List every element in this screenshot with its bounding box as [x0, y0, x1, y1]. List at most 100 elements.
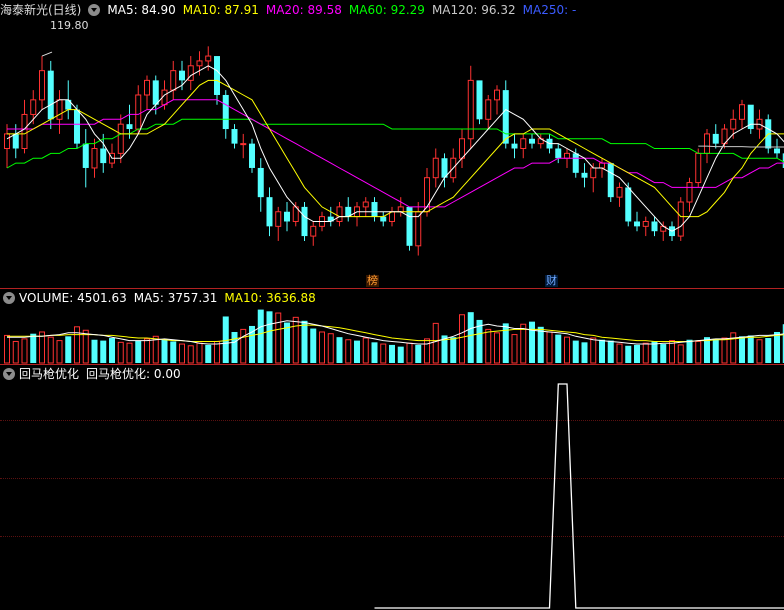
- volume-bar: [91, 339, 98, 363]
- volume-bar: [4, 334, 10, 364]
- candle-body: [572, 153, 579, 173]
- volume-bar: [161, 339, 168, 363]
- volume-bar: [424, 338, 430, 364]
- candle-body: [100, 148, 107, 164]
- candle-body: [117, 123, 124, 154]
- event-badge-bang[interactable]: 榜: [366, 275, 379, 287]
- candle-body: [712, 133, 719, 144]
- candle-body: [651, 221, 658, 232]
- candle-body: [170, 70, 177, 91]
- volume-bar: [564, 336, 570, 364]
- candle-body: [310, 225, 317, 237]
- candle-body: [47, 70, 54, 120]
- candle-body: [581, 172, 588, 178]
- candle-body: [257, 167, 264, 198]
- candle-body: [240, 143, 247, 146]
- volume-bar: [774, 331, 780, 363]
- candle-body: [196, 60, 203, 67]
- volume-bar: [634, 344, 640, 363]
- candle-body: [371, 202, 378, 217]
- volume-bar: [537, 326, 544, 363]
- candle-body: [529, 138, 535, 144]
- volume-bar: [450, 337, 457, 363]
- volume-bar: [459, 314, 465, 364]
- candle-body: [275, 211, 282, 227]
- candle-body: [336, 206, 343, 222]
- candle-body: [520, 138, 527, 149]
- candle-body: [502, 90, 509, 144]
- candle-body: [301, 206, 308, 237]
- candle-body: [774, 148, 780, 154]
- volume-bar: [607, 340, 614, 363]
- volume-bar: [555, 334, 562, 363]
- candle-body: [126, 124, 133, 130]
- volume-bar: [310, 328, 317, 363]
- volume-bar: [546, 331, 553, 364]
- candle-body: [432, 157, 439, 179]
- volume-bar: [65, 336, 72, 363]
- indicator-chart[interactable]: [0, 365, 784, 610]
- volume-bar: [590, 337, 597, 364]
- volume-bar: [319, 331, 325, 364]
- volume-bar: [765, 338, 772, 363]
- volume-bar: [686, 339, 693, 363]
- candle-body: [65, 99, 72, 110]
- volume-bar: [511, 334, 518, 364]
- volume-bar: [336, 337, 343, 363]
- candle-body: [695, 152, 702, 184]
- candle-body: [459, 138, 465, 159]
- volume-bar: [677, 344, 684, 364]
- volume-bar: [240, 328, 247, 364]
- candle-body: [91, 148, 98, 169]
- volume-bar: [712, 338, 719, 363]
- volume-bar: [82, 329, 89, 364]
- volume-bar: [756, 339, 763, 364]
- volume-bar: [616, 343, 623, 364]
- candle-body: [730, 118, 737, 130]
- candle-body: [704, 133, 710, 154]
- volume-bar: [117, 341, 124, 364]
- volume-bar: [100, 340, 107, 363]
- candle-body: [284, 211, 290, 222]
- price-chart[interactable]: [0, 0, 784, 288]
- candle-body: [511, 143, 518, 149]
- candle-body: [397, 206, 404, 213]
- volume-bar: [126, 342, 133, 364]
- candle-body: [135, 94, 142, 130]
- volume-chart[interactable]: [0, 289, 784, 364]
- event-badge-cai[interactable]: 财: [545, 275, 558, 287]
- candle-body: [739, 104, 745, 120]
- volume-bar: [47, 336, 54, 364]
- volume-bar: [74, 326, 80, 364]
- candle-body: [625, 187, 632, 222]
- candle-body: [476, 80, 483, 120]
- volume-bar: [406, 342, 413, 364]
- volume-bar: [345, 339, 352, 364]
- candle-body: [39, 70, 45, 101]
- volume-bar: [135, 340, 142, 363]
- volume-bar: [432, 322, 439, 364]
- volume-bar: [494, 332, 500, 364]
- candle-body: [634, 221, 640, 227]
- volume-bar: [30, 333, 37, 363]
- volume-bar: [196, 342, 203, 364]
- volume-bar: [747, 335, 754, 363]
- volume-bar: [362, 337, 369, 364]
- volume-bar: [12, 340, 19, 364]
- candle-body: [4, 133, 10, 149]
- volume-bar: [144, 338, 150, 364]
- candle-body: [467, 79, 474, 140]
- candle-body: [222, 94, 229, 130]
- candle-body: [677, 201, 684, 237]
- volume-bar: [301, 320, 308, 363]
- candle-body: [266, 197, 273, 227]
- volume-bar: [651, 341, 658, 363]
- volume-bar: [231, 331, 238, 363]
- candle-body: [56, 99, 63, 120]
- candle-body: [30, 99, 37, 115]
- volume-bar: [56, 340, 63, 364]
- candle-body: [494, 89, 500, 101]
- volume-bar: [581, 342, 588, 363]
- volume-bar: [292, 316, 299, 364]
- price-high-label: 119.80: [50, 19, 89, 32]
